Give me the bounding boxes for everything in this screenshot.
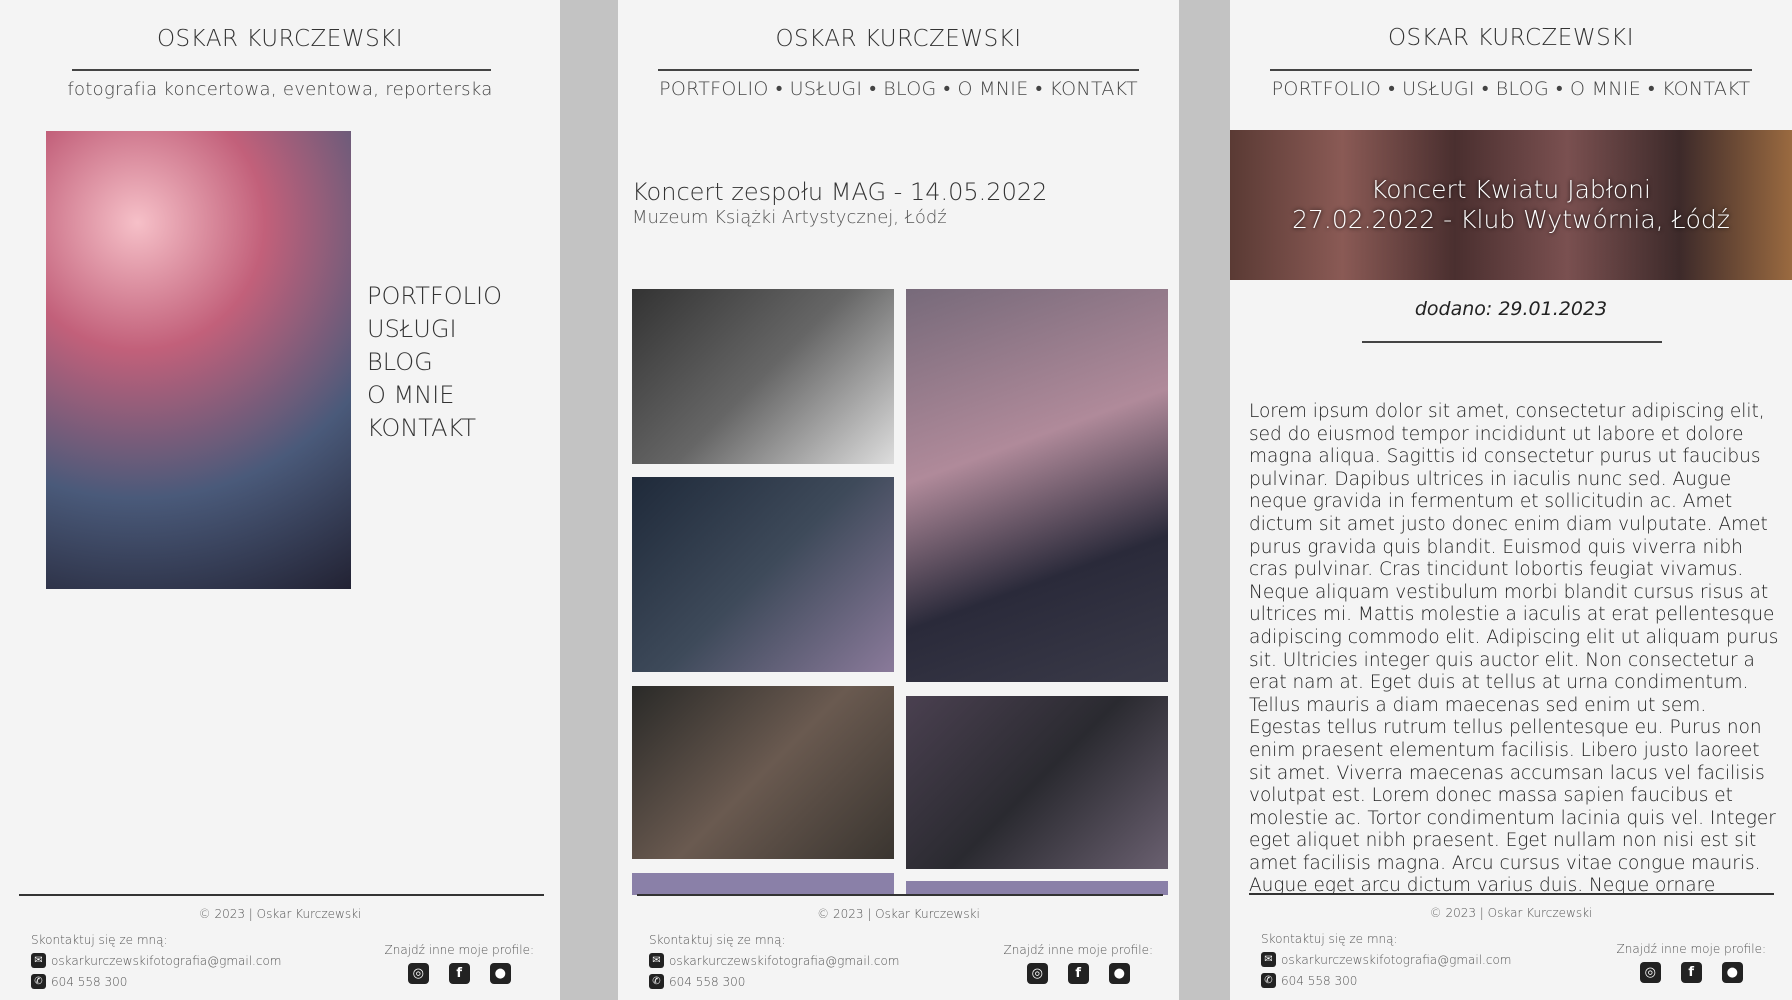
nav-portfolio[interactable]: PORTFOLIO <box>659 78 769 100</box>
contact-label: Skontaktuj się ze mną: <box>31 932 168 947</box>
phone-icon: ✆ <box>1261 973 1276 988</box>
menu-blog[interactable]: BLOG <box>367 346 502 379</box>
contact-label: Skontaktuj się ze mną: <box>1261 931 1398 946</box>
copyright: © 2023 | Oskar Kurczewski <box>198 907 362 921</box>
footer-divider <box>19 894 544 896</box>
instagram-icon[interactable]: ◎ <box>1026 963 1048 984</box>
gallery-photo[interactable] <box>906 696 1168 869</box>
gallery-photo[interactable] <box>632 477 894 672</box>
profiles-label: Znajdź inne moje profile: <box>384 943 535 957</box>
facebook-icon[interactable]: f <box>448 963 470 984</box>
top-nav: PORTFOLIO • USŁUGI • BLOG • O MNIE • KONTAKT <box>1230 78 1792 101</box>
facebook-icon[interactable]: f <box>1680 962 1702 983</box>
gallery-subtitle: Muzeum Książki Artystycznej, Łódź <box>632 207 947 228</box>
divider <box>1270 69 1752 71</box>
email-link[interactable]: oskarkurczewskifotografia@gmail.com <box>51 954 281 968</box>
contact-block: Skontaktuj się ze mną: ✉ oskarkurczewskif… <box>1261 928 1511 991</box>
nav-separator: • <box>1035 78 1043 100</box>
email-link[interactable]: oskarkurczewskifotografia@gmail.com <box>669 954 899 968</box>
phone-number[interactable]: 604 558 300 <box>51 975 127 989</box>
nav-kontakt[interactable]: KONTAKT <box>1049 78 1137 100</box>
nav-separator: • <box>943 78 951 100</box>
copyright: © 2023 | Oskar Kurczewski <box>817 907 980 921</box>
contact-block: Skontaktuj się ze mną: ✉ oskarkurczewskif… <box>31 929 281 992</box>
profiles-block: Znajdź inne moje profile: ◎ f ● <box>384 943 535 984</box>
instagram-icon[interactable]: ◎ <box>407 963 429 984</box>
post-banner: Koncert Kwiatu Jabłoni 27.02.2022 - Klub… <box>1230 130 1792 280</box>
github-icon[interactable]: ● <box>1721 962 1743 983</box>
banner-title: Koncert Kwiatu Jabłoni <box>1371 175 1651 204</box>
site-title[interactable]: OSKAR KURCZEWSKI <box>618 26 1179 52</box>
phone-number[interactable]: 604 558 300 <box>669 975 745 989</box>
github-icon[interactable]: ● <box>1108 963 1130 984</box>
gallery-photo[interactable] <box>632 873 894 895</box>
nav-separator: • <box>1556 78 1563 100</box>
profiles-block: Znajdź inne moje profile: ◎ f ● <box>1003 943 1154 984</box>
hero-photo <box>46 131 351 589</box>
gallery-title: Koncert zespołu MAG - 14.05.2022 <box>632 178 1048 206</box>
nav-separator: • <box>1648 78 1655 100</box>
envelope-icon: ✉ <box>649 953 664 968</box>
nav-o-mnie[interactable]: O MNIE <box>1570 78 1641 100</box>
github-icon[interactable]: ● <box>489 963 511 984</box>
blog-post-panel: OSKAR KURCZEWSKI PORTFOLIO • USŁUGI • BLOG • O… <box>1230 0 1792 1000</box>
gallery-photo[interactable] <box>632 289 894 464</box>
email-link[interactable]: oskarkurczewskifotografia@gmail.com <box>1281 953 1511 967</box>
site-title[interactable]: OSKAR KURCZEWSKI <box>1230 25 1792 51</box>
nav-kontakt[interactable]: KONTAKT <box>1662 78 1750 100</box>
instagram-icon[interactable]: ◎ <box>1639 962 1661 983</box>
envelope-icon: ✉ <box>31 953 46 968</box>
copyright: © 2023 | Oskar Kurczewski <box>1429 906 1593 920</box>
gallery-page-panel: OSKAR KURCZEWSKI PORTFOLIO • USŁUGI • BLOG • O… <box>618 0 1179 1000</box>
divider <box>658 69 1139 71</box>
gallery-photo[interactable] <box>632 686 894 859</box>
nav-uslugi[interactable]: USŁUGI <box>1402 78 1475 100</box>
nav-separator: • <box>869 78 877 100</box>
gallery-photo[interactable] <box>906 881 1168 895</box>
profiles-label: Znajdź inne moje profile: <box>1616 942 1767 956</box>
nav-blog[interactable]: BLOG <box>883 78 936 100</box>
tagline: fotografia koncertowa, eventowa, reporte… <box>67 79 493 100</box>
profiles-block: Znajdź inne moje profile: ◎ f ● <box>1616 942 1767 983</box>
nav-blog[interactable]: BLOG <box>1496 78 1549 100</box>
home-page-panel: OSKAR KURCZEWSKI fotografia koncertowa, … <box>0 0 560 1000</box>
nav-portfolio[interactable]: PORTFOLIO <box>1272 78 1382 100</box>
envelope-icon: ✉ <box>1261 952 1276 967</box>
menu-kontakt[interactable]: KONTAKT <box>367 412 502 445</box>
footer-divider <box>1249 893 1774 895</box>
menu-uslugi[interactable]: USŁUGI <box>367 313 502 346</box>
phone-icon: ✆ <box>649 974 664 989</box>
side-menu: PORTFOLIO USŁUGI BLOG O MNIE KONTAKT <box>367 280 502 445</box>
nav-separator: • <box>1481 78 1489 100</box>
top-nav: PORTFOLIO • USŁUGI • BLOG • O MNIE • KONTAKT <box>618 78 1179 101</box>
banner-subtitle: 27.02.2022 - Klub Wytwórnia, Łódź <box>1292 205 1730 234</box>
divider <box>72 69 491 71</box>
divider <box>1362 341 1662 343</box>
nav-uslugi[interactable]: USŁUGI <box>790 78 863 100</box>
facebook-icon[interactable]: f <box>1067 963 1089 984</box>
post-date: dodano: 29.01.2023 <box>1414 298 1608 320</box>
nav-o-mnie[interactable]: O MNIE <box>957 78 1028 100</box>
gallery-photo[interactable] <box>906 289 1168 682</box>
phone-icon: ✆ <box>31 974 46 989</box>
contact-block: Skontaktuj się ze mną: ✉ oskarkurczewskif… <box>649 929 899 992</box>
contact-label: Skontaktuj się ze mną: <box>649 932 786 947</box>
phone-number[interactable]: 604 558 300 <box>1281 974 1357 988</box>
profiles-label: Znajdź inne moje profile: <box>1003 943 1154 957</box>
post-body: Lorem ipsum dolor sit amet, consectetur … <box>1249 401 1779 894</box>
menu-o-mnie[interactable]: O MNIE <box>367 379 502 412</box>
nav-separator: • <box>775 78 783 100</box>
footer-divider <box>637 894 1163 896</box>
menu-portfolio[interactable]: PORTFOLIO <box>367 280 502 313</box>
nav-separator: • <box>1388 78 1396 100</box>
site-title[interactable]: OSKAR KURCZEWSKI <box>0 26 560 52</box>
